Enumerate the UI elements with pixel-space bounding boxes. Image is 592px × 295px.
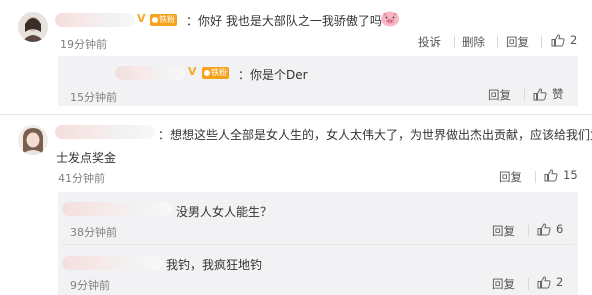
thumbs-up-icon — [533, 87, 547, 100]
reply-time: 15分钟前 — [70, 91, 117, 104]
fan-badge: 铁粉 — [150, 14, 177, 26]
comment-text: ：你好 我也是大部队之一我骄傲了吗 — [186, 14, 382, 28]
reply-button[interactable]: 回复 — [492, 223, 515, 239]
username-blurred[interactable] — [115, 66, 185, 80]
thumbs-up-icon — [551, 33, 565, 46]
delete-button[interactable]: 删除 — [462, 34, 485, 50]
reply-time: 9分钟前 — [70, 279, 110, 292]
comment-time: 41分钟前 — [58, 172, 105, 185]
thumbs-up-icon — [537, 275, 551, 288]
divider — [541, 36, 542, 48]
divider — [497, 36, 498, 48]
avatar-image — [18, 125, 48, 155]
divider — [528, 225, 529, 237]
divider — [528, 278, 529, 290]
username-blurred[interactable] — [55, 125, 155, 139]
avatar[interactable] — [18, 125, 48, 155]
reply-button[interactable]: 回复 — [488, 87, 511, 103]
divider — [454, 36, 455, 48]
like-button[interactable]: 2 — [537, 275, 563, 289]
comment-time: 19分钟前 — [60, 38, 107, 51]
fan-badge: 铁粉 — [202, 67, 229, 79]
reply-button[interactable]: 回复 — [492, 276, 515, 292]
badge-label: 铁粉 — [211, 68, 227, 77]
comment-text: 士发点奖金 — [56, 151, 117, 165]
badge-label: 铁粉 — [159, 15, 175, 24]
thumbs-up-icon — [544, 168, 558, 181]
comment-text: ：想想这些人全部是女人生的，女人太伟大了，为世界做出杰出贡献，应该给我们女 — [158, 128, 592, 142]
reply-button[interactable]: 回复 — [506, 34, 529, 50]
divider-line — [0, 114, 592, 115]
username-blurred[interactable] — [62, 256, 162, 270]
pig-face-emoji-icon — [380, 9, 400, 30]
like-button[interactable]: 6 — [537, 222, 563, 236]
avatar[interactable] — [18, 12, 48, 42]
divider — [524, 89, 525, 101]
thumbs-up-icon — [537, 222, 551, 235]
reply-time: 38分钟前 — [70, 226, 117, 239]
reply-text: ：你是个Der — [238, 68, 308, 82]
divider — [535, 171, 536, 183]
like-label: 赞 — [552, 87, 564, 101]
like-count: 15 — [563, 168, 578, 182]
like-button[interactable]: 赞 — [533, 86, 564, 102]
avatar-image — [18, 12, 48, 42]
reply-text: 我钓，我疯狂地钓 — [166, 258, 263, 272]
divider-line — [62, 244, 574, 245]
report-button[interactable]: 投诉 — [418, 34, 441, 50]
badge-dot-icon — [152, 17, 158, 23]
vip-mark: V — [137, 12, 146, 25]
reply-button[interactable]: 回复 — [499, 169, 522, 185]
badge-dot-icon — [204, 70, 210, 76]
like-button[interactable]: 15 — [544, 168, 578, 182]
like-count: 6 — [556, 222, 564, 236]
reply-text: 没男人女人能生？ — [176, 205, 273, 219]
like-count: 2 — [556, 275, 564, 289]
like-button[interactable]: 2 — [551, 33, 577, 47]
username-blurred[interactable] — [55, 13, 135, 27]
vip-mark: V — [188, 65, 197, 78]
like-count: 2 — [570, 33, 578, 47]
username-blurred[interactable] — [62, 202, 172, 216]
